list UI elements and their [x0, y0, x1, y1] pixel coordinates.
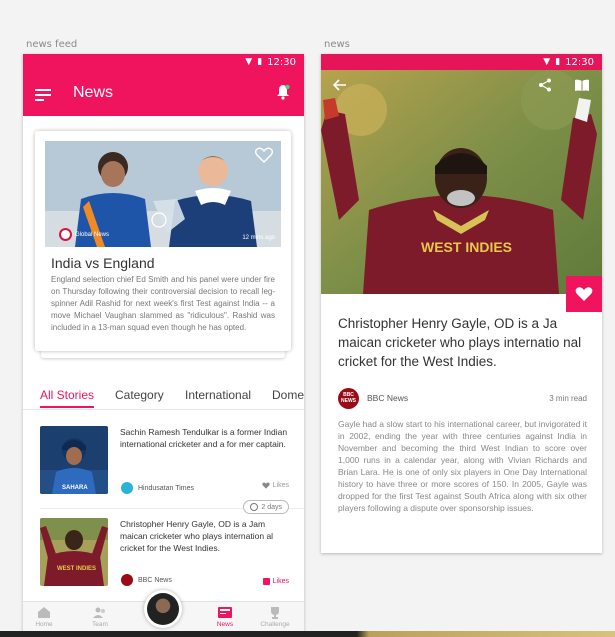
- story-text: Christopher Henry Gayle, OD is a Jam mai…: [120, 519, 274, 553]
- featured-time: 12 mins ago: [242, 235, 275, 241]
- story-thumbnail: WEST INDIES: [40, 518, 108, 586]
- heart-icon: [575, 287, 593, 301]
- trophy-icon: [271, 607, 279, 619]
- tab-domestic[interactable]: Dome: [272, 388, 304, 402]
- page-title: News: [73, 84, 114, 101]
- bbc-news-logo-icon: [121, 574, 133, 586]
- news-icon: [218, 607, 232, 618]
- article-source[interactable]: BBC News: [367, 393, 408, 403]
- bbc-news-logo-text: BBC NEWS: [341, 392, 356, 404]
- time-ago-pill: 2 days: [243, 500, 289, 514]
- article-body: Gayle had a slow start to his internatio…: [338, 419, 587, 513]
- story-thumbnail: SAHARA: [40, 426, 108, 494]
- menu-icon[interactable]: [35, 89, 51, 101]
- story-source: Hindusatan Times: [121, 482, 194, 494]
- active-tab-indicator: [40, 406, 94, 408]
- hero-jersey-text: WEST INDIES: [421, 239, 512, 255]
- status-time: 12:30: [267, 56, 296, 68]
- article-meta: BBC NEWS BBC News 3 min read: [338, 387, 587, 409]
- hindustan-times-logo-icon: [121, 482, 133, 494]
- nav-news-label: News: [216, 621, 234, 628]
- story-source-name: Hindusatan Times: [138, 484, 195, 492]
- back-arrow-icon[interactable]: [333, 79, 347, 91]
- featured-title: India vs England: [51, 255, 155, 271]
- nav-news[interactable]: News: [205, 606, 245, 628]
- bbc-news-logo: BBC NEWS: [338, 387, 359, 409]
- featured-story-image: Global News 12 mins ago: [45, 141, 281, 247]
- tab-international[interactable]: International: [185, 388, 251, 402]
- notification-bell-icon[interactable]: [276, 84, 290, 100]
- story-likes[interactable]: Likes: [262, 578, 289, 585]
- profile-avatar-button[interactable]: [144, 590, 182, 628]
- featured-story-card[interactable]: Global News 12 mins ago India vs England…: [35, 131, 291, 351]
- nav-challenge-label: Challenge: [260, 621, 290, 628]
- clock-icon: [250, 503, 259, 511]
- category-tabs: All Stories Category International Dome: [23, 384, 304, 410]
- app-bar: News: [23, 70, 304, 116]
- battery-icon: ▮: [555, 56, 561, 67]
- wifi-icon: ▼: [245, 56, 253, 67]
- favorite-heart-icon[interactable]: [255, 147, 273, 163]
- like-button[interactable]: [566, 276, 602, 312]
- tab-all-stories[interactable]: All Stories: [40, 388, 94, 402]
- screen-caption-news: news: [324, 39, 350, 50]
- screen-caption-news-feed: news feed: [26, 39, 78, 50]
- share-icon[interactable]: [538, 78, 552, 92]
- article-toolbar: [321, 70, 602, 100]
- status-time: 12:30: [565, 56, 594, 68]
- nav-team-label: Team: [92, 621, 108, 628]
- source-logo-icon: [59, 228, 72, 241]
- news-feed-screen: ▼ ▮ 12:30 News Global News 12 mins ago I…: [23, 54, 304, 637]
- heart-icon: [261, 482, 270, 489]
- battery-icon: ▮: [257, 56, 263, 67]
- article-hero-image: WEST INDIES: [321, 70, 602, 294]
- story-text: Sachin Ramesh Tendulkar is a former Indi…: [120, 427, 288, 449]
- story-source-name: BBC News: [138, 576, 172, 584]
- news-article-screen: ▼ ▮ 12:30 WEST INDIES Christopher Henry …: [321, 54, 602, 553]
- nav-team[interactable]: Team: [80, 606, 120, 628]
- nav-home[interactable]: Home: [24, 606, 64, 628]
- time-ago-text: 2 days: [261, 503, 282, 511]
- status-bar: ▼ ▮ 12:30: [23, 54, 304, 70]
- featured-summary: England selection chief Ed Smith and his…: [51, 275, 275, 332]
- nav-challenge[interactable]: Challenge: [255, 606, 295, 628]
- story-source: BBC News: [121, 574, 172, 586]
- status-bar: ▼ ▮ 12:30: [321, 54, 602, 70]
- liked-icon: [262, 578, 270, 585]
- story-likes-label: Likes: [272, 482, 289, 489]
- bottom-edge-strip: [0, 631, 615, 637]
- team-icon: [93, 607, 105, 618]
- tab-category[interactable]: Category: [115, 388, 164, 402]
- thumbnail-jersey-text: WEST INDIES: [57, 566, 96, 572]
- story-likes-label: Likes: [272, 578, 289, 585]
- article-title: Christopher Henry Gayle, OD is a Ja maic…: [338, 316, 582, 369]
- story-likes[interactable]: Likes: [261, 482, 289, 489]
- read-time: 3 min read: [549, 393, 587, 403]
- avatar: [147, 593, 179, 625]
- book-icon[interactable]: [574, 78, 590, 92]
- home-icon: [38, 607, 50, 618]
- nav-home-label: Home: [35, 621, 53, 628]
- featured-source: Global News: [59, 228, 109, 241]
- thumbnail-jersey-text: SAHARA: [62, 485, 88, 491]
- featured-source-name: Global News: [75, 231, 110, 238]
- wifi-icon: ▼: [543, 56, 551, 67]
